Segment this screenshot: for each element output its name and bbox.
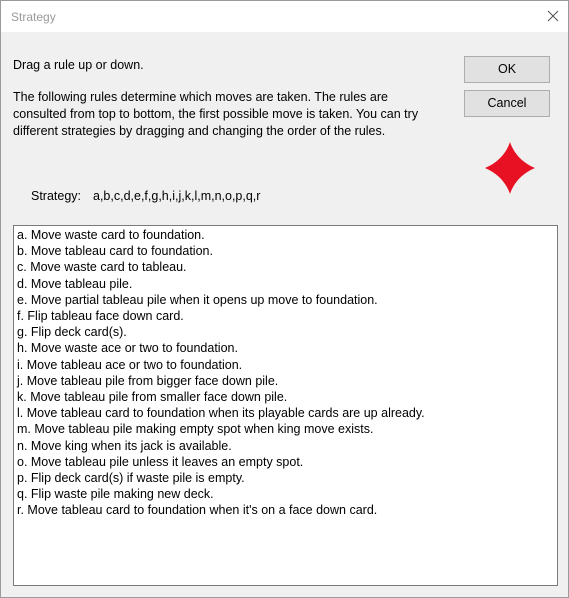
rule-item[interactable]: p. Flip deck card(s) if waste pile is em…	[17, 470, 557, 486]
strategy-value: a,b,c,d,e,f,g,h,i,j,k,l,m,n,o,p,q,r	[93, 189, 261, 203]
strategy-dialog: Strategy Drag a rule up or down. The fol…	[0, 0, 569, 598]
description-text: The following rules determine which move…	[13, 90, 419, 138]
rule-item[interactable]: d. Move tableau pile.	[17, 276, 557, 292]
close-icon	[547, 10, 559, 22]
title-bar[interactable]: Strategy	[1, 1, 568, 32]
ok-button[interactable]: OK	[464, 56, 550, 83]
rule-list[interactable]: a. Move waste card to foundation. b. Mov…	[13, 225, 558, 586]
rule-item[interactable]: n. Move king when its jack is available.	[17, 438, 557, 454]
rule-item[interactable]: m. Move tableau pile making empty spot w…	[17, 421, 557, 437]
close-button[interactable]	[538, 1, 568, 32]
strategy-label: Strategy:	[31, 189, 82, 203]
rule-item[interactable]: c. Move waste card to tableau.	[17, 259, 557, 275]
rule-item[interactable]: e. Move partial tableau pile when it ope…	[17, 292, 557, 308]
rule-item[interactable]: l. Move tableau card to foundation when …	[17, 405, 557, 421]
cancel-button[interactable]: Cancel	[464, 90, 550, 117]
rule-item[interactable]: q. Flip waste pile making new deck.	[17, 486, 557, 502]
rule-item[interactable]: k. Move tableau pile from smaller face d…	[17, 389, 557, 405]
rule-item[interactable]: b. Move tableau card to foundation.	[17, 243, 557, 259]
instruction-text: Drag a rule up or down.	[13, 58, 144, 72]
diamond-icon	[485, 142, 535, 194]
rule-item[interactable]: h. Move waste ace or two to foundation.	[17, 340, 557, 356]
rule-item[interactable]: o. Move tableau pile unless it leaves an…	[17, 454, 557, 470]
rule-item[interactable]: a. Move waste card to foundation.	[17, 227, 557, 243]
rule-item[interactable]: g. Flip deck card(s).	[17, 324, 557, 340]
rule-item[interactable]: r. Move tableau card to foundation when …	[17, 502, 557, 518]
rule-item[interactable]: j. Move tableau pile from bigger face do…	[17, 373, 557, 389]
window-title: Strategy	[11, 10, 56, 24]
rule-item[interactable]: f. Flip tableau face down card.	[17, 308, 557, 324]
rule-item[interactable]: i. Move tableau ace or two to foundation…	[17, 357, 557, 373]
